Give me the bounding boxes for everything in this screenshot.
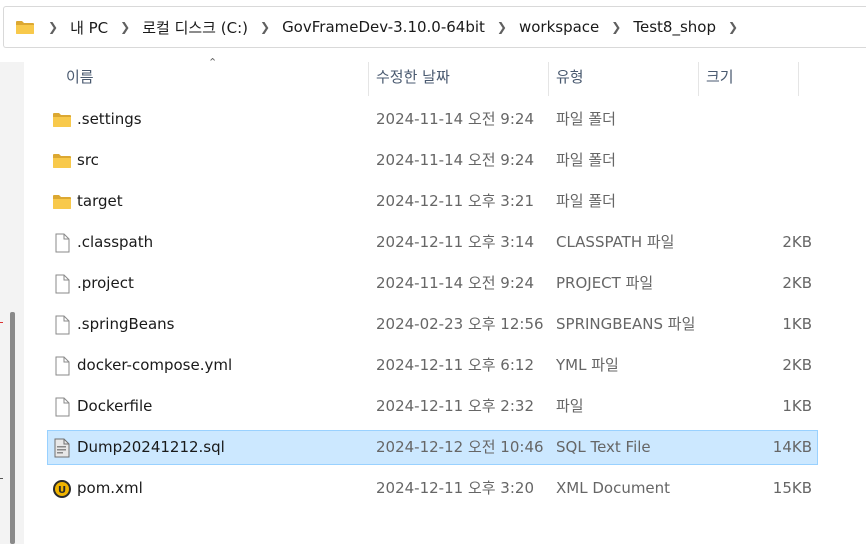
column-divider[interactable] <box>548 62 549 96</box>
file-name: Dump20241212.sql <box>77 438 225 456</box>
file-size: 2KB <box>782 274 812 292</box>
file-size: 15KB <box>772 479 812 497</box>
file-date: 2024-02-23 오후 12:56 <box>376 315 544 333</box>
list-item[interactable]: docker-compose.yml 2024-12-11 오후 6:12 YM… <box>47 348 818 383</box>
file-size: 2KB <box>782 233 812 251</box>
file-size: 1KB <box>782 315 812 333</box>
file-type: PROJECT 파일 <box>556 274 654 292</box>
list-item[interactable]: Dockerfile 2024-12-11 오후 2:32 파일 1KB <box>47 389 818 424</box>
file-name: Dockerfile <box>77 397 153 415</box>
file-type: 파일 폴더 <box>556 110 616 128</box>
file-date: 2024-11-14 오전 9:24 <box>376 151 534 169</box>
folder-icon <box>53 195 71 209</box>
column-header: ⌃ 이름 수정한 날짜 유형 크기 <box>24 56 866 96</box>
list-item[interactable]: .settings 2024-11-14 오전 9:24 파일 폴더 <box>47 102 818 137</box>
file-name: pom.xml <box>77 479 143 497</box>
chevron-right-icon[interactable]: ❯ <box>260 20 270 34</box>
file-type: 파일 폴더 <box>556 151 616 169</box>
list-item[interactable]: .classpath 2024-12-11 오후 3:14 CLASSPATH … <box>47 225 818 260</box>
file-type: SQL Text File <box>556 438 651 456</box>
sql-file-icon <box>54 438 70 458</box>
chevron-right-icon[interactable]: ❯ <box>497 20 507 34</box>
column-size[interactable]: 크기 <box>706 56 796 96</box>
file-size: 1KB <box>782 397 812 415</box>
xml-editor-icon: U <box>53 480 71 498</box>
file-size: 2KB <box>782 356 812 374</box>
list-item[interactable]: src 2024-11-14 오전 9:24 파일 폴더 <box>47 143 818 178</box>
file-type: 파일 폴더 <box>556 192 616 210</box>
nav-marker <box>0 478 3 479</box>
list-item[interactable]: target 2024-12-11 오후 3:21 파일 폴더 <box>47 184 818 219</box>
file-icon <box>55 356 70 376</box>
file-name: src <box>77 151 99 169</box>
address-bar[interactable]: ❯ 내 PC ❯ 로컬 디스크 (C:) ❯ GovFrameDev-3.10.… <box>3 6 866 48</box>
file-date: 2024-12-11 오후 6:12 <box>376 356 534 374</box>
file-name: target <box>77 192 123 210</box>
file-date: 2024-12-11 오후 3:21 <box>376 192 534 210</box>
breadcrumb-workspace[interactable]: workspace <box>519 18 599 36</box>
column-divider[interactable] <box>368 62 369 96</box>
file-type: YML 파일 <box>556 356 619 374</box>
file-date: 2024-12-12 오전 10:46 <box>376 438 544 456</box>
breadcrumb-test8-shop[interactable]: Test8_shop <box>633 18 716 36</box>
breadcrumb-local-disk[interactable]: 로컬 디스크 (C:) <box>142 17 248 38</box>
chevron-right-icon[interactable]: ❯ <box>611 20 621 34</box>
column-divider[interactable] <box>698 62 699 96</box>
list-item[interactable]: U pom.xml 2024-12-11 오후 3:20 XML Documen… <box>47 471 818 506</box>
file-name: .settings <box>77 110 142 128</box>
column-date-modified[interactable]: 수정한 날짜 <box>376 56 546 96</box>
file-type: 파일 <box>556 397 584 415</box>
column-divider[interactable] <box>798 62 799 96</box>
file-icon <box>55 397 70 417</box>
file-icon <box>55 274 70 294</box>
breadcrumb-govframe[interactable]: GovFrameDev-3.10.0-64bit <box>282 18 485 36</box>
file-name: .project <box>77 274 134 292</box>
file-name: docker-compose.yml <box>77 356 233 374</box>
list-item[interactable]: .project 2024-11-14 오전 9:24 PROJECT 파일 2… <box>47 266 818 301</box>
folder-icon <box>53 113 71 127</box>
folder-icon <box>53 154 71 168</box>
file-date: 2024-12-11 오후 2:32 <box>376 397 534 415</box>
file-date: 2024-11-14 오전 9:24 <box>376 110 534 128</box>
file-date: 2024-11-14 오전 9:24 <box>376 274 534 292</box>
chevron-right-icon[interactable]: ❯ <box>48 20 58 34</box>
svg-text:U: U <box>58 485 66 496</box>
file-name: .classpath <box>77 233 154 251</box>
column-name[interactable]: 이름 <box>66 56 366 96</box>
breadcrumb-this-pc[interactable]: 내 PC <box>70 17 108 38</box>
chevron-right-icon[interactable]: ❯ <box>728 20 738 34</box>
file-type: CLASSPATH 파일 <box>556 233 675 251</box>
file-date: 2024-12-11 오후 3:20 <box>376 479 534 497</box>
file-type: XML Document <box>556 479 671 497</box>
list-item-selected[interactable]: Dump20241212.sql 2024-12-12 오전 10:46 SQL… <box>47 430 818 465</box>
folder-icon <box>16 21 34 34</box>
file-size: 14KB <box>772 438 812 456</box>
file-icon <box>55 233 70 253</box>
navigation-scrollbar[interactable] <box>10 312 15 544</box>
file-date: 2024-12-11 오후 3:14 <box>376 233 534 251</box>
file-icon <box>55 315 70 335</box>
nav-marker <box>0 322 3 323</box>
file-name: .springBeans <box>77 315 175 333</box>
column-type[interactable]: 유형 <box>556 56 696 96</box>
file-type: SPRINGBEANS 파일 <box>556 315 696 333</box>
list-item[interactable]: .springBeans 2024-02-23 오후 12:56 SPRINGB… <box>47 307 818 342</box>
chevron-right-icon[interactable]: ❯ <box>120 20 130 34</box>
